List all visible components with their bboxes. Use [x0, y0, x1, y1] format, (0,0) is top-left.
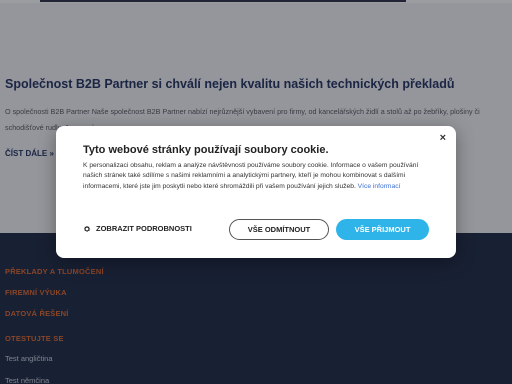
close-icon[interactable]: × — [440, 132, 446, 144]
accept-all-button[interactable]: VŠE PŘIJMOUT — [336, 219, 429, 240]
cookie-dialog-text: K personalizaci obsahu, reklam a analýze… — [83, 161, 433, 192]
show-details-toggle[interactable]: ZOBRAZIT PODROBNOSTI — [83, 224, 192, 233]
decline-all-button[interactable]: VŠE ODMÍTNOUT — [229, 219, 329, 240]
more-info-link[interactable]: Více informací — [358, 183, 401, 190]
gear-icon — [84, 225, 91, 232]
cookie-dialog-title: Tyto webové stránky používají soubory co… — [83, 144, 329, 156]
cookie-consent-dialog: × Tyto webové stránky používají soubory … — [56, 126, 456, 258]
show-details-label: ZOBRAZIT PODROBNOSTI — [96, 224, 192, 233]
